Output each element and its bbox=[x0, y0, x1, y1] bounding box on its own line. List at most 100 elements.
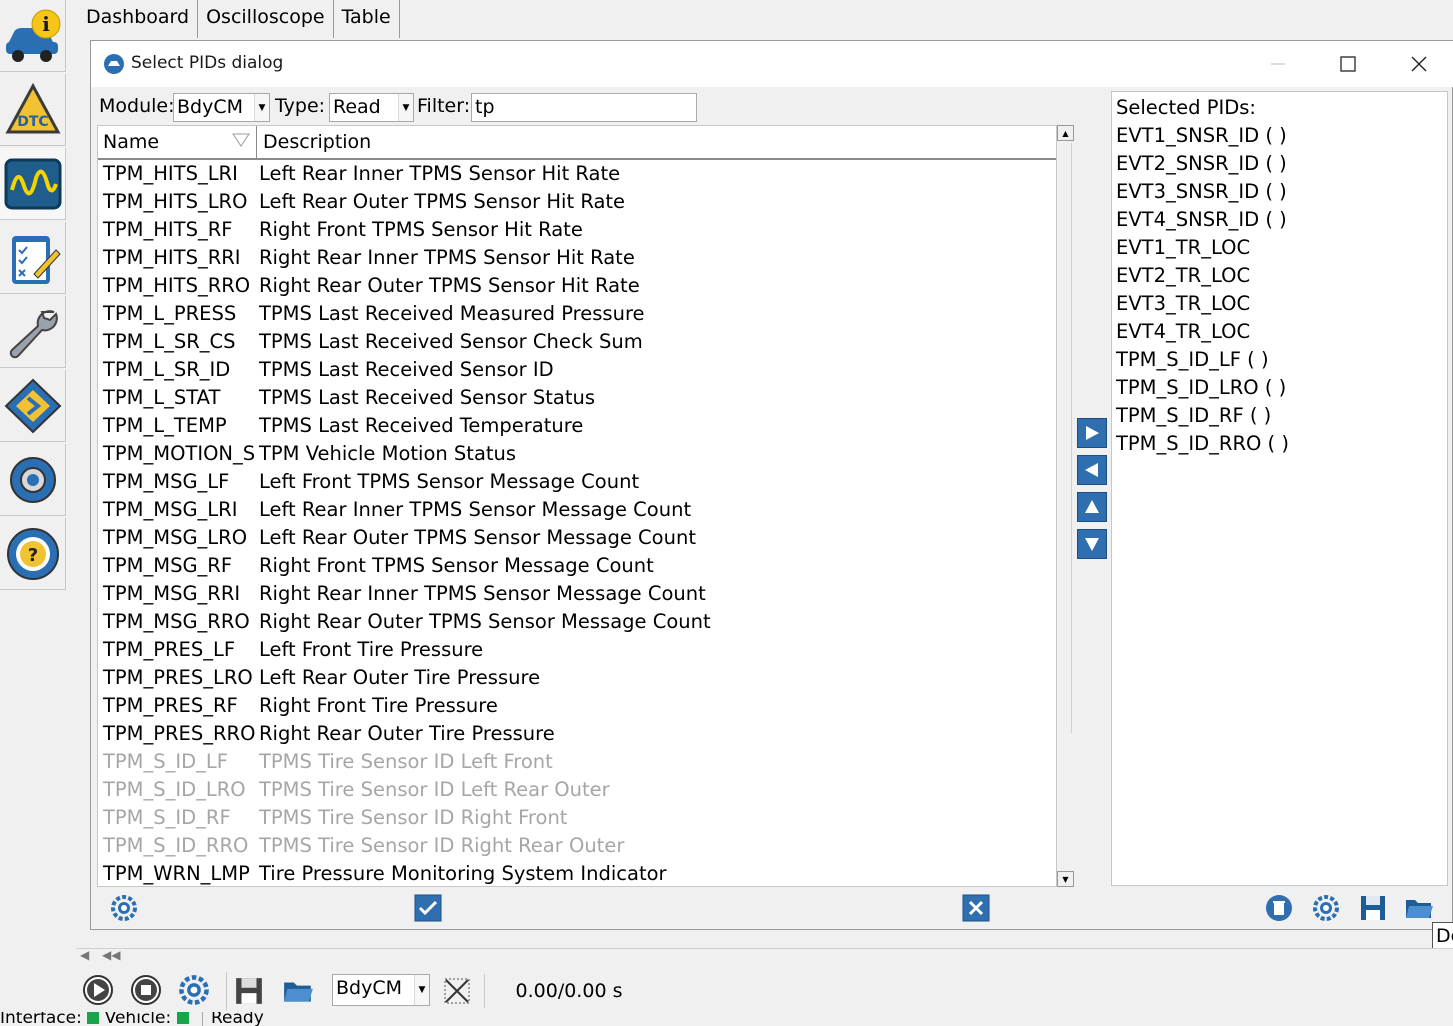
scroll-up-icon[interactable]: ▲ bbox=[1057, 125, 1074, 141]
table-row[interactable]: TPM_S_ID_LRO TPMS Tire Sensor ID Left Rea… bbox=[98, 776, 1056, 804]
filter-input[interactable]: tp bbox=[471, 93, 697, 122]
tab-oscilloscope[interactable]: Oscilloscope bbox=[198, 0, 334, 38]
table-row[interactable]: TPM_MSG_RRI Right Rear Inner TPMS Sensor … bbox=[98, 580, 1056, 608]
table-row[interactable]: TPM_PRES_LRO Left Rear Outer Tire Pressur… bbox=[98, 664, 1056, 692]
table-row[interactable]: TPM_S_ID_RF TPMS Tire Sensor ID Right Fro… bbox=[98, 804, 1056, 832]
cancel-button[interactable] bbox=[957, 891, 995, 925]
table-row[interactable]: TPM_WRN_LMP Tire Pressure Monitoring Syst… bbox=[98, 860, 1056, 886]
tab-bar: Dashboard Oscilloscope Table bbox=[78, 0, 400, 38]
module-select-toolbar[interactable]: BdyCM ▼ bbox=[332, 974, 430, 1006]
oscilloscope-button[interactable] bbox=[0, 148, 66, 220]
settings-button[interactable] bbox=[0, 444, 66, 516]
selected-pid-item[interactable]: EVT4_SNSR_ID ( ) bbox=[1116, 208, 1287, 231]
save-button[interactable] bbox=[1354, 891, 1392, 925]
pid-name: TPM_S_ID_RF bbox=[103, 806, 231, 829]
table-row[interactable]: TPM_PRES_LF Left Front Tire Pressure bbox=[98, 636, 1056, 664]
type-select-value: Read bbox=[333, 96, 381, 118]
scroll-down-icon[interactable]: ▼ bbox=[1057, 871, 1074, 887]
scroll-left-icon[interactable]: ◀ bbox=[80, 948, 89, 962]
ok-button[interactable] bbox=[409, 891, 447, 925]
dtc-button[interactable]: DTC bbox=[0, 74, 66, 146]
table-row[interactable]: TPM_PRES_RF Right Front Tire Pressure bbox=[98, 692, 1056, 720]
module-label: Module: bbox=[99, 95, 175, 117]
list-settings-button[interactable] bbox=[105, 891, 143, 925]
pid-name: TPM_PRES_RF bbox=[103, 694, 238, 717]
table-row[interactable]: TPM_HITS_RF Right Front TPMS Sensor Hit R… bbox=[98, 216, 1056, 244]
arrow-right-icon bbox=[1086, 426, 1099, 440]
module-button[interactable] bbox=[0, 370, 66, 442]
table-row[interactable]: TPM_L_STAT TPMS Last Received Sensor Stat… bbox=[98, 384, 1056, 412]
table-row[interactable]: TPM_S_ID_RRO TPMS Tire Sensor ID Right Re… bbox=[98, 832, 1056, 860]
open-button[interactable] bbox=[1400, 891, 1438, 925]
table-row[interactable]: TPM_L_SR_CS TPMS Last Received Sensor Che… bbox=[98, 328, 1056, 356]
column-header-description[interactable]: Description bbox=[263, 131, 371, 153]
table-row[interactable]: TPM_HITS_LRI Left Rear Inner TPMS Sensor … bbox=[98, 160, 1056, 188]
rewind-icon[interactable]: ◀◀ bbox=[102, 948, 120, 962]
tab-table[interactable]: Table bbox=[334, 0, 400, 38]
table-row[interactable]: TPM_PRES_RRO Right Rear Outer Tire Pressu… bbox=[98, 720, 1056, 748]
selected-pid-item[interactable]: TPM_S_ID_LF ( ) bbox=[1116, 348, 1269, 371]
vehicle-info-button[interactable]: i bbox=[0, 0, 66, 72]
minimize-icon bbox=[1271, 63, 1285, 65]
table-row[interactable]: TPM_L_PRESS TPMS Last Received Measured P… bbox=[98, 300, 1056, 328]
remove-pid-button[interactable] bbox=[1077, 455, 1107, 485]
disconnect-button[interactable] bbox=[442, 976, 472, 1010]
pid-name: TPM_MSG_RRO bbox=[103, 610, 250, 633]
selected-pid-item[interactable]: EVT3_TR_LOC bbox=[1116, 292, 1250, 315]
selected-pid-item[interactable]: EVT2_TR_LOC bbox=[1116, 264, 1250, 287]
selected-pid-item[interactable]: TPM_S_ID_LRO ( ) bbox=[1116, 376, 1286, 399]
table-row[interactable]: TPM_MSG_LRI Left Rear Inner TPMS Sensor M… bbox=[98, 496, 1056, 524]
table-row[interactable]: TPM_MOTION_S TPM Vehicle Motion Status bbox=[98, 440, 1056, 468]
vertical-scrollbar[interactable]: ▲ ▼ bbox=[1057, 125, 1074, 887]
table-row[interactable]: TPM_HITS_LRO Left Rear Outer TPMS Sensor … bbox=[98, 188, 1056, 216]
column-header-name[interactable]: Name bbox=[103, 131, 159, 153]
record-open-button[interactable] bbox=[282, 976, 314, 1010]
pid-description: TPMS Tire Sensor ID Left Front bbox=[259, 750, 553, 773]
timeline-scrollbar[interactable]: ◀ ◀◀ bbox=[76, 946, 1453, 969]
type-select[interactable]: Read ▼ bbox=[329, 93, 414, 122]
selected-pid-item[interactable]: EVT1_TR_LOC bbox=[1116, 236, 1250, 259]
dialog-titlebar: Select PIDs dialog bbox=[91, 41, 1453, 87]
table-row[interactable]: TPM_L_SR_ID TPMS Last Received Sensor ID bbox=[98, 356, 1056, 384]
minimize-button[interactable] bbox=[1255, 49, 1301, 79]
selected-pid-item[interactable]: EVT1_SNSR_ID ( ) bbox=[1116, 124, 1287, 147]
selected-pid-item[interactable]: TPM_S_ID_RF ( ) bbox=[1116, 404, 1271, 427]
table-row[interactable]: TPM_HITS_RRI Right Rear Inner TPMS Sensor… bbox=[98, 244, 1056, 272]
gear-icon bbox=[111, 895, 137, 921]
stop-button[interactable] bbox=[130, 974, 162, 1010]
play-button[interactable] bbox=[82, 974, 114, 1010]
playback-settings-button[interactable] bbox=[178, 974, 210, 1010]
table-row[interactable]: TPM_L_TEMP TPMS Last Received Temperature bbox=[98, 412, 1056, 440]
table-row[interactable]: TPM_MSG_LF Left Front TPMS Sensor Message… bbox=[98, 468, 1056, 496]
add-pid-button[interactable] bbox=[1077, 418, 1107, 448]
table-row[interactable]: TPM_MSG_RRO Right Rear Outer TPMS Sensor … bbox=[98, 608, 1056, 636]
dtc-warning-icon: DTC bbox=[4, 82, 61, 133]
selected-pid-item[interactable]: TPM_S_ID_RRO ( ) bbox=[1116, 432, 1289, 455]
move-up-button[interactable] bbox=[1077, 492, 1107, 522]
table-row[interactable]: TPM_S_ID_LF TPMS Tire Sensor ID Left Fron… bbox=[98, 748, 1056, 776]
checklist-button[interactable] bbox=[0, 222, 66, 294]
table-row[interactable]: TPM_MSG_RF Right Front TPMS Sensor Messag… bbox=[98, 552, 1056, 580]
move-down-button[interactable] bbox=[1077, 529, 1107, 559]
table-row[interactable]: TPM_HITS_RRO Right Rear Outer TPMS Sensor… bbox=[98, 272, 1056, 300]
record-save-button[interactable] bbox=[234, 976, 264, 1010]
module-select[interactable]: BdyCM ▼ bbox=[173, 93, 270, 122]
table-row[interactable]: TPM_MSG_LRO Left Rear Outer TPMS Sensor M… bbox=[98, 524, 1056, 552]
close-button[interactable] bbox=[1396, 49, 1442, 79]
selected-pid-item[interactable]: EVT4_TR_LOC bbox=[1116, 320, 1250, 343]
maximize-button[interactable] bbox=[1325, 49, 1371, 79]
delete-button[interactable] bbox=[1260, 891, 1298, 925]
scroll-thumb[interactable] bbox=[1060, 143, 1072, 733]
close-icon bbox=[962, 894, 990, 922]
service-button[interactable] bbox=[0, 296, 66, 368]
selected-pid-item[interactable]: EVT3_SNSR_ID ( ) bbox=[1116, 180, 1287, 203]
pid-name: TPM_HITS_LRI bbox=[103, 162, 238, 185]
pid-description: Left Rear Inner TPMS Sensor Hit Rate bbox=[259, 162, 621, 185]
pid-name: TPM_PRES_LRO bbox=[103, 666, 253, 689]
pid-name: TPM_HITS_RRO bbox=[103, 274, 251, 297]
tab-dashboard[interactable]: Dashboard bbox=[78, 0, 199, 38]
selected-pid-item[interactable]: EVT2_SNSR_ID ( ) bbox=[1116, 152, 1287, 175]
help-button[interactable]: ? bbox=[0, 518, 66, 590]
folder-open-icon bbox=[284, 982, 313, 1002]
selected-settings-button[interactable] bbox=[1307, 891, 1345, 925]
